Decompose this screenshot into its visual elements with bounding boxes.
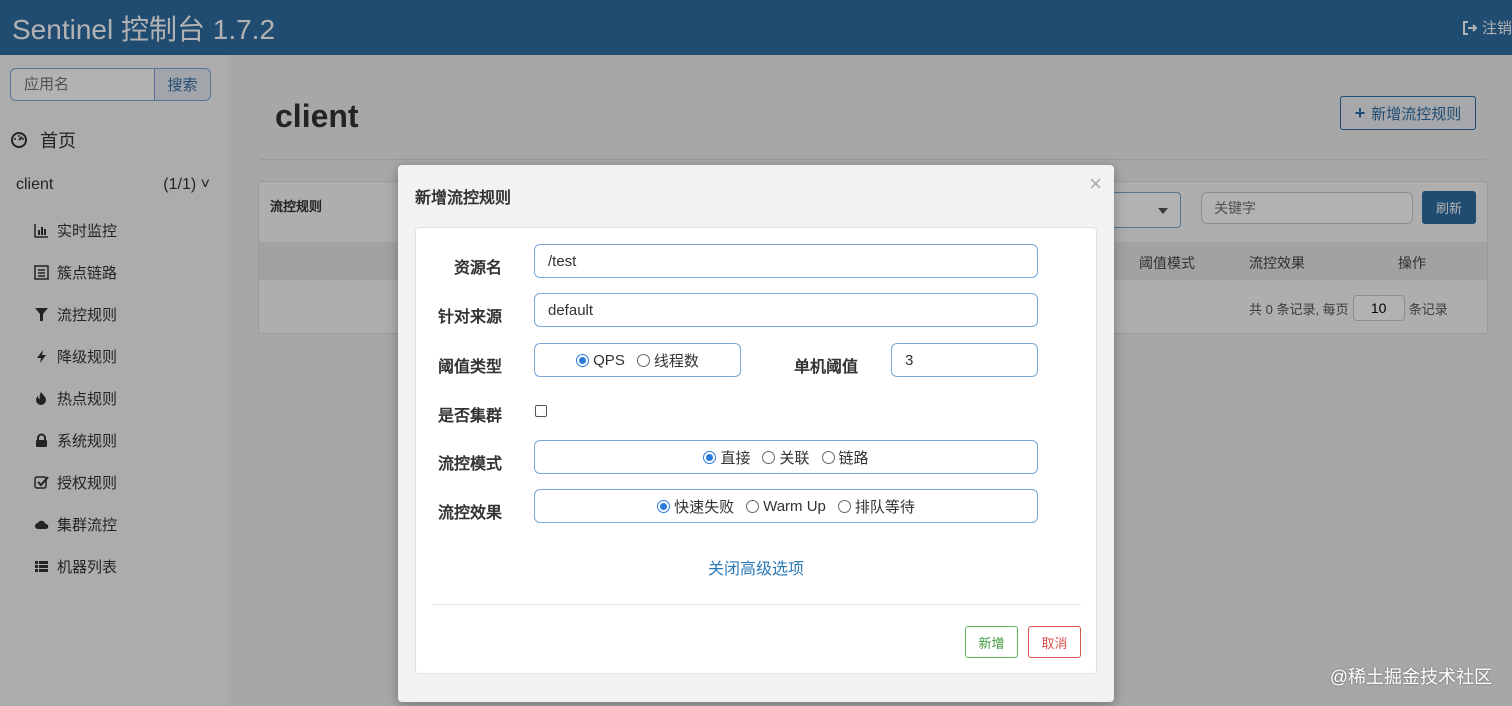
- single-threshold-input[interactable]: 3: [891, 343, 1038, 377]
- close-icon[interactable]: ×: [1089, 171, 1102, 197]
- radio-button[interactable]: [746, 499, 760, 513]
- cluster-checkbox[interactable]: [535, 405, 547, 417]
- radio-button[interactable]: [576, 353, 590, 367]
- radio-chain[interactable]: 链路: [821, 447, 869, 468]
- origin-value: default: [548, 301, 594, 319]
- add-flow-rule-dialog: 新增流控规则 × 资源名 /test 针对来源 default 阈值类型 QPS…: [398, 165, 1114, 702]
- resource-input[interactable]: /test: [534, 244, 1038, 278]
- single-threshold-label: 单机阈值: [794, 359, 859, 376]
- origin-label: 针对来源: [438, 309, 503, 326]
- effect-radio-group: 快速失败 Warm Up 排队等待: [534, 489, 1038, 523]
- threshold-type-radio-group: QPS 线程数: [534, 343, 741, 377]
- radio-warm-up[interactable]: Warm Up: [746, 498, 826, 515]
- threshold-type-label: 阈值类型: [438, 359, 503, 376]
- cancel-button[interactable]: 取消: [1028, 626, 1081, 658]
- resource-label: 资源名: [454, 260, 503, 277]
- radio-button[interactable]: [837, 499, 851, 513]
- radio-direct[interactable]: 直接: [703, 447, 750, 468]
- radio-button[interactable]: [636, 353, 650, 367]
- radio-button[interactable]: [821, 450, 835, 464]
- rule-form: 资源名 /test 针对来源 default 阈值类型 QPS 线程数 单机阈值…: [415, 227, 1097, 674]
- single-threshold-value: 3: [905, 351, 914, 369]
- radio-thread-count[interactable]: 线程数: [636, 350, 699, 371]
- radio-button[interactable]: [657, 499, 671, 513]
- resource-value: /test: [548, 252, 577, 270]
- origin-input[interactable]: default: [534, 293, 1038, 327]
- advanced-options-link[interactable]: 关闭高级选项: [708, 555, 804, 579]
- effect-label: 流控效果: [438, 505, 503, 522]
- divider: [432, 604, 1081, 605]
- radio-button[interactable]: [762, 450, 776, 464]
- radio-fast-fail[interactable]: 快速失败: [657, 496, 734, 517]
- add-button[interactable]: 新增: [965, 626, 1018, 658]
- radio-qps[interactable]: QPS: [576, 352, 625, 369]
- mode-label: 流控模式: [438, 456, 503, 473]
- radio-relate[interactable]: 关联: [762, 447, 810, 468]
- dialog-title: 新增流控规则: [415, 190, 512, 207]
- cluster-label: 是否集群: [438, 408, 503, 425]
- mode-radio-group: 直接 关联 链路: [534, 440, 1038, 474]
- radio-button[interactable]: [703, 450, 717, 464]
- watermark: @稀土掘金技术社区: [1329, 667, 1492, 687]
- radio-queue[interactable]: 排队等待: [837, 496, 915, 517]
